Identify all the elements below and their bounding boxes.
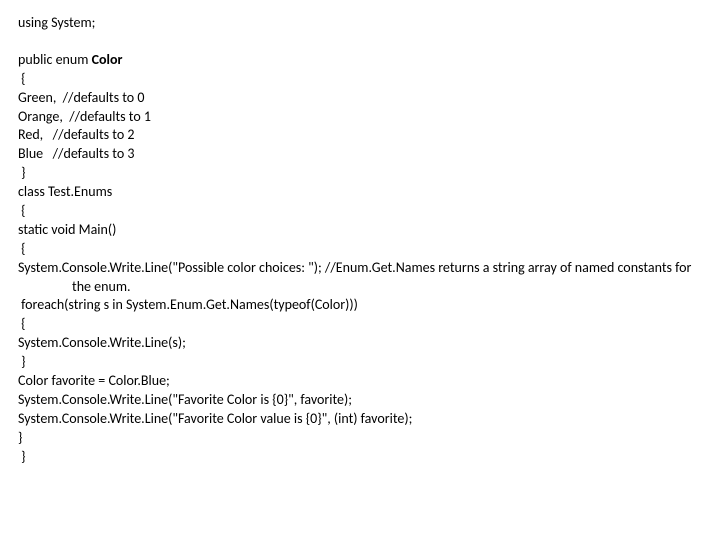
code-line: static void Main() xyxy=(18,221,702,240)
code-line: { xyxy=(18,202,702,221)
code-line: using System; xyxy=(18,14,702,33)
code-line: foreach(string s in System.Enum.Get.Name… xyxy=(18,296,702,315)
code-line: Green, //defaults to 0 xyxy=(18,89,702,108)
code-page: using System; public enum Color { Green,… xyxy=(0,0,720,540)
code-line: System.Console.Write.Line("Favorite Colo… xyxy=(18,410,702,429)
code-line: } xyxy=(18,448,702,467)
code-line-wrapped: System.Console.Write.Line("Possible colo… xyxy=(18,259,702,297)
code-line: } xyxy=(18,164,702,183)
code-line: { xyxy=(18,315,702,334)
code-line: Red, //defaults to 2 xyxy=(18,126,702,145)
code-line: class Test.Enums xyxy=(18,183,702,202)
code-line: Color favorite = Color.Blue; xyxy=(18,372,702,391)
code-line: Blue //defaults to 3 xyxy=(18,145,702,164)
code-line: System.Console.Write.Line("Favorite Colo… xyxy=(18,391,702,410)
code-line: System.Console.Write.Line(s); xyxy=(18,334,702,353)
code-line: { xyxy=(18,70,702,89)
code-line: public enum Color xyxy=(18,51,702,70)
code-line: } xyxy=(18,353,702,372)
code-line: { xyxy=(18,240,702,259)
blank-line xyxy=(18,33,702,51)
keyword-span: public enum xyxy=(18,51,92,68)
type-name: Color xyxy=(92,51,123,68)
code-line: Orange, //defaults to 1 xyxy=(18,108,702,127)
code-line: } xyxy=(18,429,702,448)
